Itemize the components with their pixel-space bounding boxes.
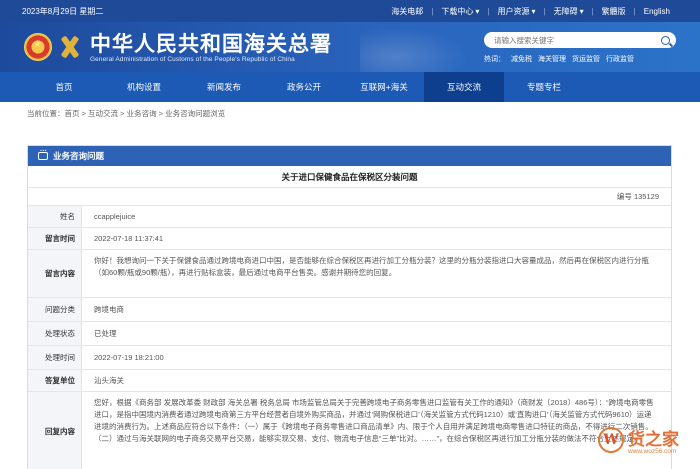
nav-news[interactable]: 新闻发布	[184, 72, 264, 102]
nav-interaction[interactable]: 互动交流	[424, 72, 504, 102]
reply-unit-value: 汕头海关	[94, 375, 124, 385]
name-label: 姓名	[28, 206, 82, 227]
top-links: 海关电邮 | 下载中心 ▾ | 用户资源 ▾ | 无障碍 ▾ | 繁體版 | Engl…	[383, 6, 678, 17]
site-title-cn: 中华人民共和国海关总署	[90, 30, 332, 56]
hot-words: 热词： 减免税 海关管理 货运监管 行政监管	[484, 54, 676, 64]
consultation-panel: 业务咨询问题 关于进口保健食品在保税区分装问题 编号 135129 姓名 cca…	[27, 145, 672, 469]
status-value: 已处理	[94, 328, 117, 338]
top-link-email[interactable]: 海关电邮	[383, 6, 431, 17]
question-title: 关于进口保健食品在保税区分装问题	[28, 166, 671, 188]
search-icon[interactable]	[661, 35, 670, 45]
top-link-traditional[interactable]: 繁體版	[594, 6, 634, 17]
nav-organization[interactable]: 机构设置	[104, 72, 184, 102]
top-bar: 2023年8月29日 星期二 海关电邮 | 下载中心 ▾ | 用户资源 ▾ | 无障…	[0, 0, 700, 22]
nav-internet-customs[interactable]: 互联网+海关	[344, 72, 424, 102]
message-time-label: 留言时间	[28, 228, 82, 249]
watermark-text: 货之家	[628, 430, 679, 450]
message-content-label: 留言内容	[28, 250, 82, 297]
watermark-logo-icon: W	[598, 427, 624, 453]
category-value: 跨境电商	[94, 304, 124, 314]
question-id-label: 编号	[616, 192, 632, 201]
detail-row: 问题分类 跨境电商	[28, 298, 671, 322]
panel-header: 业务咨询问题	[28, 146, 671, 166]
reply-unit-label: 答复单位	[28, 370, 82, 391]
detail-row: 留言时间 2022-07-18 11:37:41	[28, 228, 671, 250]
reply-content-value: 您好，根据《商务部 发展改革委 财政部 海关总署 税务总局 市场监管总局关于完善…	[94, 398, 654, 443]
nav-government-affairs[interactable]: 政务公开	[264, 72, 344, 102]
main-nav: 首页 机构设置 新闻发布 政务公开 互联网+海关 互动交流 专题专栏	[0, 72, 700, 102]
nav-special-topics[interactable]: 专题专栏	[504, 72, 584, 102]
status-label: 处理状态	[28, 322, 82, 345]
breadcrumb: 当前位置：首页 > 互动交流 > 业务咨询 > 业务咨询问题浏览	[27, 109, 226, 118]
category-label: 问题分类	[28, 298, 82, 321]
search-input[interactable]	[494, 35, 661, 45]
detail-row: 回复内容 您好，根据《商务部 发展改革委 财政部 海关总署 税务总局 市场监管总…	[28, 392, 671, 469]
hot-word-item[interactable]: 货运监管	[572, 54, 600, 64]
detail-row: 姓名 ccapplejuice	[28, 206, 671, 228]
message-time-value: 2022-07-18 11:37:41	[94, 233, 164, 243]
detail-row: 答复单位 汕头海关	[28, 370, 671, 392]
top-link-downloads[interactable]: 下载中心 ▾	[433, 6, 487, 17]
site-title-en: General Administration of Customs of the…	[90, 55, 295, 63]
site-title[interactable]: 中华人民共和国海关总署 General Administration of Cu…	[90, 30, 332, 63]
question-id-value: 135129	[633, 192, 659, 201]
current-date: 2023年8月29日 星期二	[22, 6, 104, 16]
hot-word-item[interactable]: 行政监管	[606, 54, 634, 64]
top-link-accessibility[interactable]: 无障碍 ▾	[546, 6, 592, 17]
watermark: W 货之家 www.woz56.com	[598, 423, 690, 463]
message-content-value: 你好！我想询问一下关于保健食品通过跨境电商进口中国，是否能够在综合保税区再进行加…	[94, 256, 649, 277]
nav-home[interactable]: 首页	[24, 72, 104, 102]
handle-time-value: 2022-07-19 18:21:00	[94, 352, 164, 362]
top-link-user-resources[interactable]: 用户资源 ▾	[489, 6, 543, 17]
reply-content-label: 回复内容	[28, 392, 82, 469]
hot-word-item[interactable]: 减免税	[511, 54, 532, 64]
hot-words-label: 热词：	[484, 56, 505, 63]
detail-row: 处理状态 已处理	[28, 322, 671, 346]
search-box	[484, 32, 676, 48]
question-id: 编号 135129	[28, 188, 671, 206]
chat-bubble-icon	[38, 148, 48, 160]
handle-time-label: 处理时间	[28, 346, 82, 369]
detail-row: 留言内容 你好！我想询问一下关于保健食品通过跨境电商进口中国，是否能够在综合保税…	[28, 250, 671, 298]
hot-word-item[interactable]: 海关管理	[538, 54, 566, 64]
search-area: 热词： 减免税 海关管理 货运监管 行政监管	[484, 32, 676, 64]
name-value: ccapplejuice	[94, 211, 136, 221]
chevron-down-icon: ▾	[475, 6, 480, 16]
detail-row: 处理时间 2022-07-19 18:21:00	[28, 346, 671, 370]
panel-title: 业务咨询问题	[53, 151, 105, 161]
top-link-english[interactable]: English	[636, 7, 678, 16]
chevron-down-icon: ▾	[579, 6, 584, 16]
national-emblem-icon	[24, 33, 52, 61]
watermark-url: www.woz56.com	[628, 448, 677, 455]
header-decoration	[360, 22, 480, 72]
site-header: 中华人民共和国海关总署 General Administration of Cu…	[0, 22, 700, 72]
chevron-down-icon: ▾	[531, 6, 536, 16]
customs-logo-icon	[58, 33, 82, 61]
